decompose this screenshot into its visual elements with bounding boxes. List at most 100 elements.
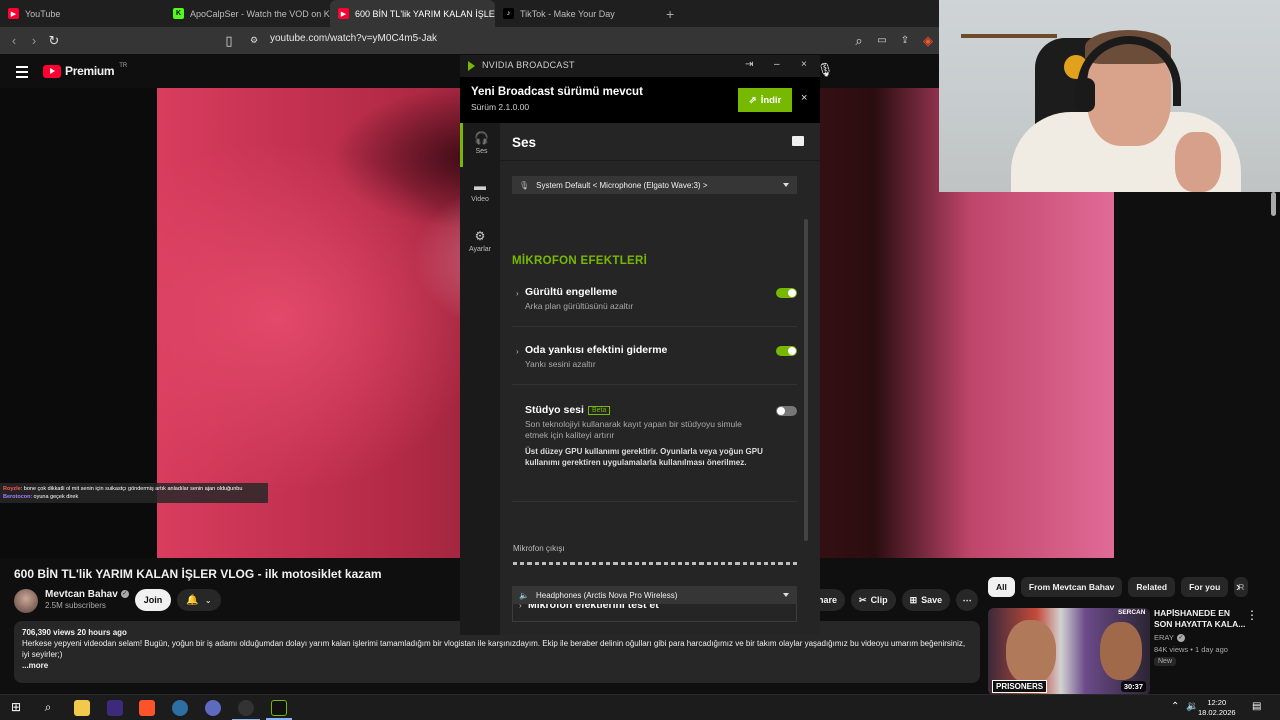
chat-message: Berotocon: oyuna geçek direk <box>3 493 265 501</box>
divider <box>512 501 797 502</box>
toggle-knob <box>777 407 785 415</box>
chevron-right-icon[interactable]: › <box>516 289 519 298</box>
nvidia-broadcast-taskbar-icon[interactable] <box>266 700 292 720</box>
video-thumbnail[interactable]: SERCAN PRISONERS 30:37 <box>988 608 1150 695</box>
join-button[interactable]: Join <box>135 589 171 611</box>
reload-icon[interactable]: ↻ <box>44 33 64 49</box>
mic-output-label: Mikrofon çıkışı <box>513 544 565 553</box>
save-button[interactable]: ⊞ Save <box>901 589 951 611</box>
scissors-icon: ✂ <box>859 594 867 605</box>
chip-related[interactable]: Related <box>1128 577 1176 597</box>
studio-voice-toggle[interactable] <box>776 406 797 416</box>
headset-earcup <box>1075 78 1095 112</box>
divider <box>512 384 797 385</box>
tab-current-video[interactable]: ▶ 600 BİN TL'lik YARIM KALAN İŞLER × <box>330 0 495 27</box>
clock-time: 12:20 <box>1207 698 1227 707</box>
menu-icon[interactable] <box>16 66 28 81</box>
effect-description: Arka plan gürültüsünü azaltır <box>525 301 634 311</box>
tab-tiktok[interactable]: ♪ TikTok - Make Your Day <box>495 0 660 27</box>
new-badge: New <box>1154 657 1177 666</box>
sidebar-label: Ayarlar <box>468 246 492 253</box>
tab-title: 600 BİN TL'lik YARIM KALAN İŞLER <box>355 8 495 19</box>
more-actions-button[interactable]: ⋯ <box>956 589 979 611</box>
recommended-video[interactable]: SERCAN PRISONERS 30:37 HAPİSHANEDE EN SO… <box>988 608 1278 696</box>
description-text: Herkese yepyeni videodan selam! Bugün, y… <box>22 639 966 659</box>
beta-badge: Beta <box>587 405 611 415</box>
wall-shelf <box>961 34 1057 38</box>
share-page-icon[interactable]: ⇪ <box>895 35 915 46</box>
download-button[interactable]: ⇗ İndir <box>738 88 792 112</box>
search-icon[interactable]: ⌕ <box>40 700 56 716</box>
divider <box>512 326 797 327</box>
clip-button[interactable]: ✂ Clip <box>851 589 896 611</box>
zoom-icon[interactable]: ⌕ <box>849 33 869 49</box>
sidebar-item-audio[interactable]: 🎧 Ses <box>460 123 500 167</box>
logo-text: Premium <box>65 64 115 78</box>
effect-description: Yankı sesini azaltır <box>525 359 596 369</box>
recommended-channel[interactable]: ERAY ✓ <box>1154 633 1185 643</box>
sidebar-item-video[interactable]: ▬ Video <box>460 171 500 215</box>
channel-name[interactable]: Mevtcan Bahav <box>45 589 118 600</box>
brave-browser-icon[interactable] <box>139 700 155 716</box>
clip-label: Clip <box>870 595 888 605</box>
tab-title: ApoCalpSer - Watch the VOD on Kick <box>190 8 330 19</box>
thumbnail-person <box>1006 620 1056 684</box>
cast-icon[interactable]: ▭ <box>872 35 892 46</box>
share-button[interactable]: hare <box>818 589 846 611</box>
output-device-select[interactable]: 🔈 Headphones (Arctis Nova Pro Wireless) <box>512 586 797 604</box>
windows-start-icon[interactable]: ⊞ <box>8 700 24 716</box>
input-device-select[interactable]: 🎙 System Default < Microphone (Elgato Wa… <box>512 176 797 194</box>
room-echo-toggle[interactable] <box>776 346 797 356</box>
recommended-title[interactable]: HAPİSHANEDE EN SON HAYATTA KALA... <box>1154 608 1246 630</box>
sign-in-icon[interactable]: ⇥ <box>745 59 753 70</box>
camera-icon: ▬ <box>474 179 486 193</box>
tab-youtube[interactable]: ▶ YouTube <box>0 0 165 27</box>
forward-icon[interactable]: › <box>24 33 44 48</box>
notifications-icon[interactable]: ▤ <box>1252 701 1261 712</box>
site-info-icon[interactable]: ⚙ <box>244 35 264 46</box>
chat-text: : oyuna geçek direk <box>30 494 79 500</box>
system-clock[interactable]: 12:20 18.02.2026 <box>1198 698 1236 718</box>
nvidia-logo-icon <box>468 61 475 71</box>
close-banner-icon[interactable]: × <box>801 92 807 104</box>
file-explorer-icon[interactable] <box>74 700 90 716</box>
app-icon[interactable] <box>172 700 188 716</box>
brave-shield-icon[interactable]: ◈ <box>918 33 938 49</box>
app-icon[interactable] <box>205 700 221 716</box>
notifications-button[interactable]: 🔔 ⌄ <box>177 589 221 611</box>
save-label: Save <box>921 595 943 605</box>
show-more-link[interactable]: ...more <box>22 660 972 671</box>
recommended-meta: 84K views • 1 day ago <box>1154 645 1228 654</box>
panel-scrollbar[interactable] <box>804 219 808 541</box>
close-window-icon[interactable]: × <box>801 59 807 70</box>
channel-avatar[interactable] <box>14 589 38 613</box>
volume-icon[interactable]: 🔉 <box>1186 701 1198 712</box>
new-tab-button[interactable]: + <box>666 6 674 22</box>
minimize-icon[interactable]: – <box>774 59 780 70</box>
sidebar-item-settings[interactable]: ⚙ Ayarlar <box>460 221 500 265</box>
bookmark-icon[interactable]: ▯ <box>219 33 239 49</box>
chat-text: : bone çok dikkatli ol mit senin için su… <box>20 486 243 492</box>
more-horizontal-icon: ⋯ <box>962 594 972 605</box>
feedback-icon[interactable] <box>792 136 804 146</box>
chevron-up-icon[interactable]: ⌃ <box>1171 701 1179 712</box>
youtube-logo[interactable]: Premium TR <box>43 63 127 78</box>
channel-name-row[interactable]: Mevtcan Bahav ✓ <box>45 589 129 600</box>
chevron-right-icon[interactable]: › <box>1236 579 1240 594</box>
app-icon[interactable] <box>232 700 260 720</box>
effect-description: Son teknolojiyi kullanarak kayıt yapan b… <box>525 419 742 440</box>
url-field[interactable]: youtube.com/watch?v=yM0C4m5-Jak <box>270 33 437 44</box>
clock-date: 18.02.2026 <box>1198 708 1236 717</box>
more-vertical-icon[interactable]: ⋮ <box>1246 608 1258 622</box>
chip-all[interactable]: All <box>988 577 1015 597</box>
chevron-right-icon[interactable]: › <box>516 347 519 356</box>
tiktok-icon: ♪ <box>503 8 514 19</box>
chip-for-you[interactable]: For you <box>1181 577 1229 597</box>
back-icon[interactable]: ‹ <box>4 33 24 48</box>
page-scrollbar[interactable] <box>1271 192 1276 216</box>
app-icon[interactable] <box>107 700 123 716</box>
chip-from-channel[interactable]: From Mevtcan Bahav <box>1020 577 1123 597</box>
noise-removal-toggle[interactable] <box>776 288 797 298</box>
video-actions: hare ✂ Clip ⊞ Save ⋯ <box>818 589 979 611</box>
tab-kick[interactable]: K ApoCalpSer - Watch the VOD on Kick <box>165 0 330 27</box>
